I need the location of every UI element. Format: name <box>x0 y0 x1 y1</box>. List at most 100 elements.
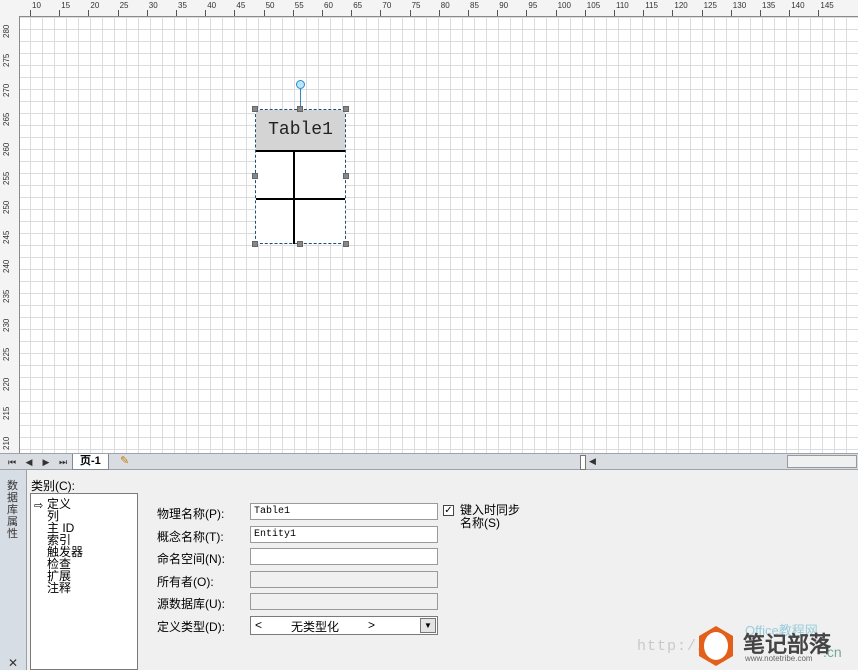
ruler-tick-label: 95 <box>528 1 538 10</box>
sync-name-label: 键入时同步名称(S) <box>460 503 521 530</box>
side-panel-header: 数据库属性 ✕ <box>0 470 27 670</box>
ruler-tick-label: 75 <box>411 1 421 10</box>
ruler-tick-label: 250 <box>2 201 11 215</box>
ruler-tick-label: 235 <box>2 289 11 303</box>
ruler-tick <box>322 10 323 16</box>
source-db-input <box>250 593 438 610</box>
def-type-value: 无类型化 <box>291 620 340 634</box>
ruler-tick-label: 70 <box>382 1 392 10</box>
pen-icon <box>704 632 728 660</box>
watermark: http:// Office教程网 笔记部落 www.notetribe.com… <box>637 623 858 670</box>
watermark-url: http:// <box>637 638 708 655</box>
ruler-tick-label: 280 <box>2 24 11 38</box>
resize-handle-nw[interactable] <box>252 106 258 112</box>
ruler-tick-label: 40 <box>207 1 217 10</box>
ruler-tick-label: 60 <box>324 1 333 10</box>
ruler-tick-label: 220 <box>2 377 11 391</box>
def-type-prev[interactable]: < <box>255 618 262 632</box>
close-icon[interactable]: ✕ <box>8 656 18 670</box>
def-type-next[interactable]: > <box>368 618 375 632</box>
resize-handle-sw[interactable] <box>252 241 258 247</box>
ruler-tick-label: 35 <box>178 1 187 10</box>
ruler-tick <box>234 10 236 16</box>
ruler-tick-label: 210 <box>2 436 11 450</box>
ruler-tick-label: 55 <box>294 1 304 10</box>
ruler-tick <box>205 10 207 16</box>
resize-handle-s[interactable] <box>297 241 303 247</box>
ruler-tick <box>468 10 469 16</box>
ruler-tick <box>614 10 615 16</box>
namespace-label: 命名空间(N): <box>157 552 225 566</box>
side-panel-title: 数据库属性 <box>7 480 18 540</box>
ruler-tick <box>760 10 761 16</box>
next-page-icon[interactable]: ▶ <box>40 456 52 468</box>
def-type-label: 定义类型(D): <box>157 620 225 634</box>
ruler-tick <box>555 10 557 16</box>
ruler-tick-label: 225 <box>2 348 11 362</box>
ruler-tick-label: 215 <box>2 406 11 421</box>
horizontal-ruler: 10 15 20 25 30 35 40 45 50 55 60 65 70 75 80 85 90 95 100 1… <box>0 0 858 17</box>
def-type-select[interactable]: < 无类型化 > ▼ <box>250 616 438 635</box>
ruler-tick <box>380 10 382 16</box>
sync-name-checkbox[interactable]: ✓ <box>443 505 454 516</box>
ruler-tick-label: 115 <box>645 1 658 10</box>
tab-page-1[interactable]: 页-1 <box>72 454 109 470</box>
category-item[interactable]: 注释 <box>47 582 71 594</box>
ruler-tick-label: 230 <box>2 318 11 332</box>
last-page-icon[interactable]: ⏭ <box>57 456 69 468</box>
first-page-icon[interactable]: ⏮ <box>6 456 18 468</box>
category-list[interactable]: ⇨ 定义 列 主 ID 索引 触发器 检查 扩展 注释 <box>30 493 138 670</box>
conceptual-name-input[interactable]: Entity1 <box>250 526 438 543</box>
ruler-tick-label: 140 <box>791 1 805 10</box>
ruler-tick <box>176 10 177 16</box>
ruler-tick <box>117 10 119 16</box>
scroll-left-icon[interactable]: ◀ <box>589 456 596 467</box>
ruler-tick <box>643 10 645 16</box>
ruler-tick-label: 135 <box>762 1 776 10</box>
ruler-tick <box>672 10 674 16</box>
resize-handle-ne[interactable] <box>343 106 349 112</box>
ruler-tick-label: 110 <box>616 1 629 10</box>
horizontal-scrollbar[interactable] <box>787 455 857 468</box>
insert-page-icon[interactable]: ✎ <box>120 455 136 467</box>
resize-handle-w[interactable] <box>252 173 258 179</box>
resize-handle-e[interactable] <box>343 173 349 179</box>
ruler-tick-label: 265 <box>2 112 11 127</box>
namespace-input[interactable] <box>250 548 438 565</box>
ruler-tick <box>584 10 586 16</box>
ruler-tick-label: 80 <box>440 1 450 10</box>
chevron-down-icon[interactable]: ▼ <box>420 618 436 633</box>
ruler-tick <box>263 10 265 16</box>
table-shape-divider-horizontal <box>256 198 345 200</box>
ruler-tick <box>292 10 294 16</box>
prev-page-icon[interactable]: ◀ <box>23 456 35 468</box>
conceptual-name-label: 概念名称(T): <box>157 530 224 544</box>
resize-handle-n[interactable] <box>297 106 303 112</box>
ruler-tick-label: 275 <box>2 54 11 68</box>
source-db-label: 源数据库(U): <box>157 597 225 611</box>
ruler-tick <box>526 10 528 16</box>
ruler-tick <box>409 10 411 16</box>
ruler-tick-label: 120 <box>674 1 688 10</box>
ruler-tick-label: 90 <box>499 1 509 10</box>
vertical-ruler: 280 275 270 265 260 255 250 245 240 235 230 225 220 2… <box>0 16 20 453</box>
table-shape-title[interactable]: Table1 <box>256 110 345 152</box>
scroll-splitter[interactable] <box>580 455 586 470</box>
ruler-tick <box>30 10 31 16</box>
ruler-tick-label: 20 <box>90 1 100 10</box>
ruler-tick-label: 240 <box>2 259 11 274</box>
ruler-tick-label: 105 <box>586 1 601 10</box>
drawing-canvas[interactable] <box>20 17 858 453</box>
resize-handle-se[interactable] <box>343 241 349 247</box>
table-shape[interactable]: Table1 <box>255 109 346 244</box>
ruler-tick-label: 130 <box>732 1 747 10</box>
physical-name-label: 物理名称(P): <box>157 507 225 521</box>
ruler-tick-label: 125 <box>703 1 717 10</box>
ruler-tick-label: 50 <box>265 1 275 10</box>
ruler-tick <box>146 10 148 16</box>
rotation-handle[interactable] <box>296 80 305 89</box>
physical-name-input[interactable]: Table1 <box>250 503 438 520</box>
ruler-tick-label: 25 <box>119 1 129 10</box>
ruler-tick-label: 30 <box>148 1 158 10</box>
ruler-tick <box>730 10 732 16</box>
